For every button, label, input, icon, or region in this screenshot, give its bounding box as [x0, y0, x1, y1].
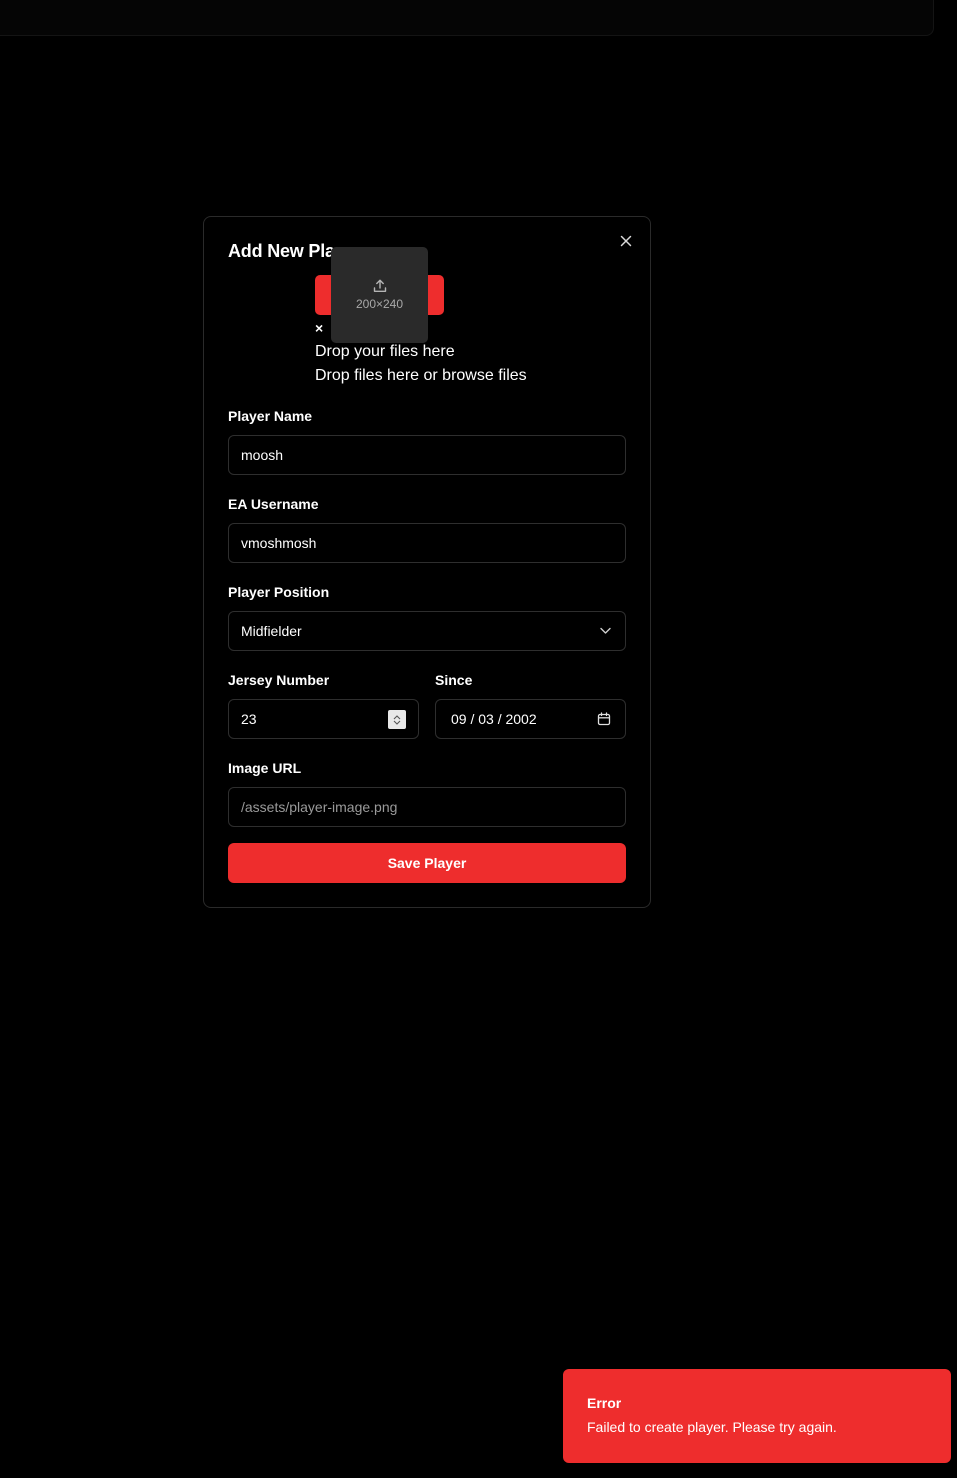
dialog-title: Add New Pla — [228, 241, 335, 261]
dropzone-title: Drop your files here — [315, 343, 455, 360]
close-button[interactable] — [618, 233, 634, 249]
player-position-value: Midfielder — [241, 623, 302, 639]
ea-username-value: vmoshmosh — [241, 535, 317, 551]
since-date-input[interactable]: 09 / 03 / 2002 — [435, 699, 626, 739]
spinner-down-icon — [393, 720, 401, 725]
jersey-number-input[interactable]: 23 — [228, 699, 419, 739]
error-toast[interactable]: Error Failed to create player. Please tr… — [563, 1369, 951, 1463]
save-player-button[interactable]: Save Player — [228, 843, 626, 883]
upload-dropzone-preview[interactable]: 200×240 — [331, 247, 428, 343]
jersey-number-label: Jersey Number — [228, 672, 330, 688]
calendar-icon[interactable] — [597, 712, 611, 726]
ea-username-label: EA Username — [228, 496, 319, 512]
image-url-label: Image URL — [228, 760, 302, 776]
player-name-label: Player Name — [228, 408, 313, 424]
player-name-input[interactable]: moosh — [228, 435, 626, 475]
top-header-bar — [0, 0, 934, 36]
jersey-number-value: 23 — [241, 711, 257, 727]
dropzone-subtitle: Drop files here or browse files — [315, 367, 527, 384]
thumbnail-size-label: 200×240 — [355, 297, 404, 311]
since-label: Since — [435, 672, 473, 688]
number-spinner[interactable] — [388, 710, 406, 729]
image-url-placeholder: /assets/player-image.png — [241, 799, 398, 815]
remove-file-button[interactable]: × — [315, 321, 323, 335]
player-position-label: Player Position — [228, 584, 330, 600]
ea-username-input[interactable]: vmoshmosh — [228, 523, 626, 563]
since-date-value: 09 / 03 / 2002 — [451, 711, 537, 727]
upload-icon — [373, 279, 386, 292]
chevron-down-icon — [600, 627, 611, 635]
player-position-select[interactable]: Midfielder — [228, 611, 626, 651]
image-url-input[interactable]: /assets/player-image.png — [228, 787, 626, 827]
toast-message: Failed to create player. Please try agai… — [587, 1419, 837, 1435]
add-player-dialog: Add New Pla 200×240 × Drop your files he… — [203, 216, 651, 908]
toast-title: Error — [587, 1395, 622, 1411]
close-icon — [620, 235, 632, 247]
player-name-value: moosh — [241, 447, 284, 463]
